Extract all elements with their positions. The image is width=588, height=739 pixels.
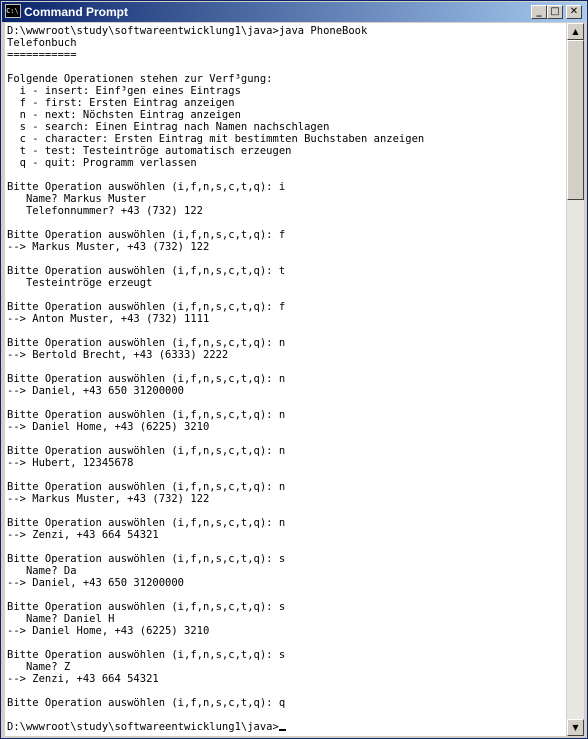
console-line: Bitte Operation auswöhlen (i,f,n,s,c,t,q…: [7, 697, 286, 709]
console-line: Bitte Operation auswöhlen (i,f,n,s,c,t,q…: [7, 601, 286, 613]
console-line: Bitte Operation auswöhlen (i,f,n,s,c,t,q…: [7, 481, 286, 493]
scroll-up-arrow-icon: ▲: [572, 27, 579, 36]
console-line: Bitte Operation auswöhlen (i,f,n,s,c,t,q…: [7, 373, 286, 385]
console-line: --> Daniel Home, +43 (6225) 3210: [7, 625, 210, 637]
console-line: --> Daniel Home, +43 (6225) 3210: [7, 421, 210, 433]
console-line: --> Zenzi, +43 664 54321: [7, 673, 159, 685]
console-line: Bitte Operation auswöhlen (i,f,n,s,c,t,q…: [7, 301, 286, 313]
console-output[interactable]: D:\wwwroot\study\softwareentwicklung1\ja…: [5, 23, 566, 736]
command-prompt-window: C:\ Command Prompt _ □ ✕ D:\wwwroot\stud…: [0, 0, 588, 739]
console-line: s - search: Einen Eintrag nach Namen nac…: [7, 121, 330, 133]
console-line: Name? Z: [7, 661, 71, 673]
console-line: Bitte Operation auswöhlen (i,f,n,s,c,t,q…: [7, 517, 286, 529]
console-line: Bitte Operation auswöhlen (i,f,n,s,c,t,q…: [7, 553, 286, 565]
window-title: Command Prompt: [24, 5, 129, 19]
minimize-button[interactable]: _: [531, 5, 547, 19]
console-line: --> Bertold Brecht, +43 (6333) 2222: [7, 349, 229, 361]
close-button[interactable]: ✕: [566, 5, 582, 19]
console-line: --> Daniel, +43 650 31200000: [7, 385, 185, 397]
console-line: t - test: Testeintröge automatisch erzeu…: [7, 145, 292, 157]
console-line: Name? Markus Muster: [7, 193, 147, 205]
console-line: Folgende Operationen stehen zur Verf³gun…: [7, 73, 273, 85]
scroll-up-button[interactable]: ▲: [567, 23, 584, 40]
console-text: D:\wwwroot\study\softwareentwicklung1\ja…: [5, 23, 566, 733]
console-line: --> Markus Muster, +43 (732) 122: [7, 241, 210, 253]
console-line: --> Anton Muster, +43 (732) 1111: [7, 313, 210, 325]
text-cursor: [278, 729, 286, 731]
console-line: q - quit: Programm verlassen: [7, 157, 197, 169]
maximize-icon: □: [550, 6, 560, 17]
console-line: --> Zenzi, +43 664 54321: [7, 529, 159, 541]
console-line: Bitte Operation auswöhlen (i,f,n,s,c,t,q…: [7, 229, 286, 241]
console-line: Bitte Operation auswöhlen (i,f,n,s,c,t,q…: [7, 649, 286, 661]
console-line: Bitte Operation auswöhlen (i,f,n,s,c,t,q…: [7, 181, 286, 193]
vertical-scrollbar[interactable]: ▲ ▼: [567, 23, 584, 736]
console-line: --> Markus Muster, +43 (732) 122: [7, 493, 210, 505]
minimize-icon: _: [536, 6, 542, 17]
console-line: Name? Daniel H: [7, 613, 115, 625]
maximize-button[interactable]: □: [547, 5, 563, 19]
console-line: f - first: Ersten Eintrag anzeigen: [7, 97, 235, 109]
console-app-icon[interactable]: C:\: [5, 4, 21, 18]
console-line: Name? Da: [7, 565, 77, 577]
console-line: Telefonbuch: [7, 37, 77, 49]
console-line: ===========: [7, 49, 77, 61]
scroll-down-button[interactable]: ▼: [567, 719, 584, 736]
console-line: --> Daniel, +43 650 31200000: [7, 577, 185, 589]
console-line: c - character: Ersten Eintrag mit bestim…: [7, 133, 425, 145]
scroll-down-arrow-icon: ▼: [572, 723, 579, 732]
console-line: Telefonnummer? +43 (732) 122: [7, 205, 203, 217]
scroll-thumb[interactable]: [567, 40, 584, 200]
title-bar[interactable]: C:\ Command Prompt _ □ ✕: [2, 2, 586, 22]
close-icon: ✕: [569, 6, 579, 17]
console-line: Bitte Operation auswöhlen (i,f,n,s,c,t,q…: [7, 337, 286, 349]
console-line: Bitte Operation auswöhlen (i,f,n,s,c,t,q…: [7, 265, 286, 277]
console-line: --> Hubert, 12345678: [7, 457, 134, 469]
console-line: Bitte Operation auswöhlen (i,f,n,s,c,t,q…: [7, 445, 286, 457]
command-prompt-line[interactable]: D:\wwwroot\study\softwareentwicklung1\ja…: [7, 721, 279, 733]
console-line: Bitte Operation auswöhlen (i,f,n,s,c,t,q…: [7, 409, 286, 421]
console-line: Testeintröge erzeugt: [7, 277, 153, 289]
console-line: i - insert: Einf³gen eines Eintrags: [7, 85, 241, 97]
console-line: n - next: Nöchsten Eintrag anzeigen: [7, 109, 241, 121]
console-line: D:\wwwroot\study\softwareentwicklung1\ja…: [7, 25, 368, 37]
